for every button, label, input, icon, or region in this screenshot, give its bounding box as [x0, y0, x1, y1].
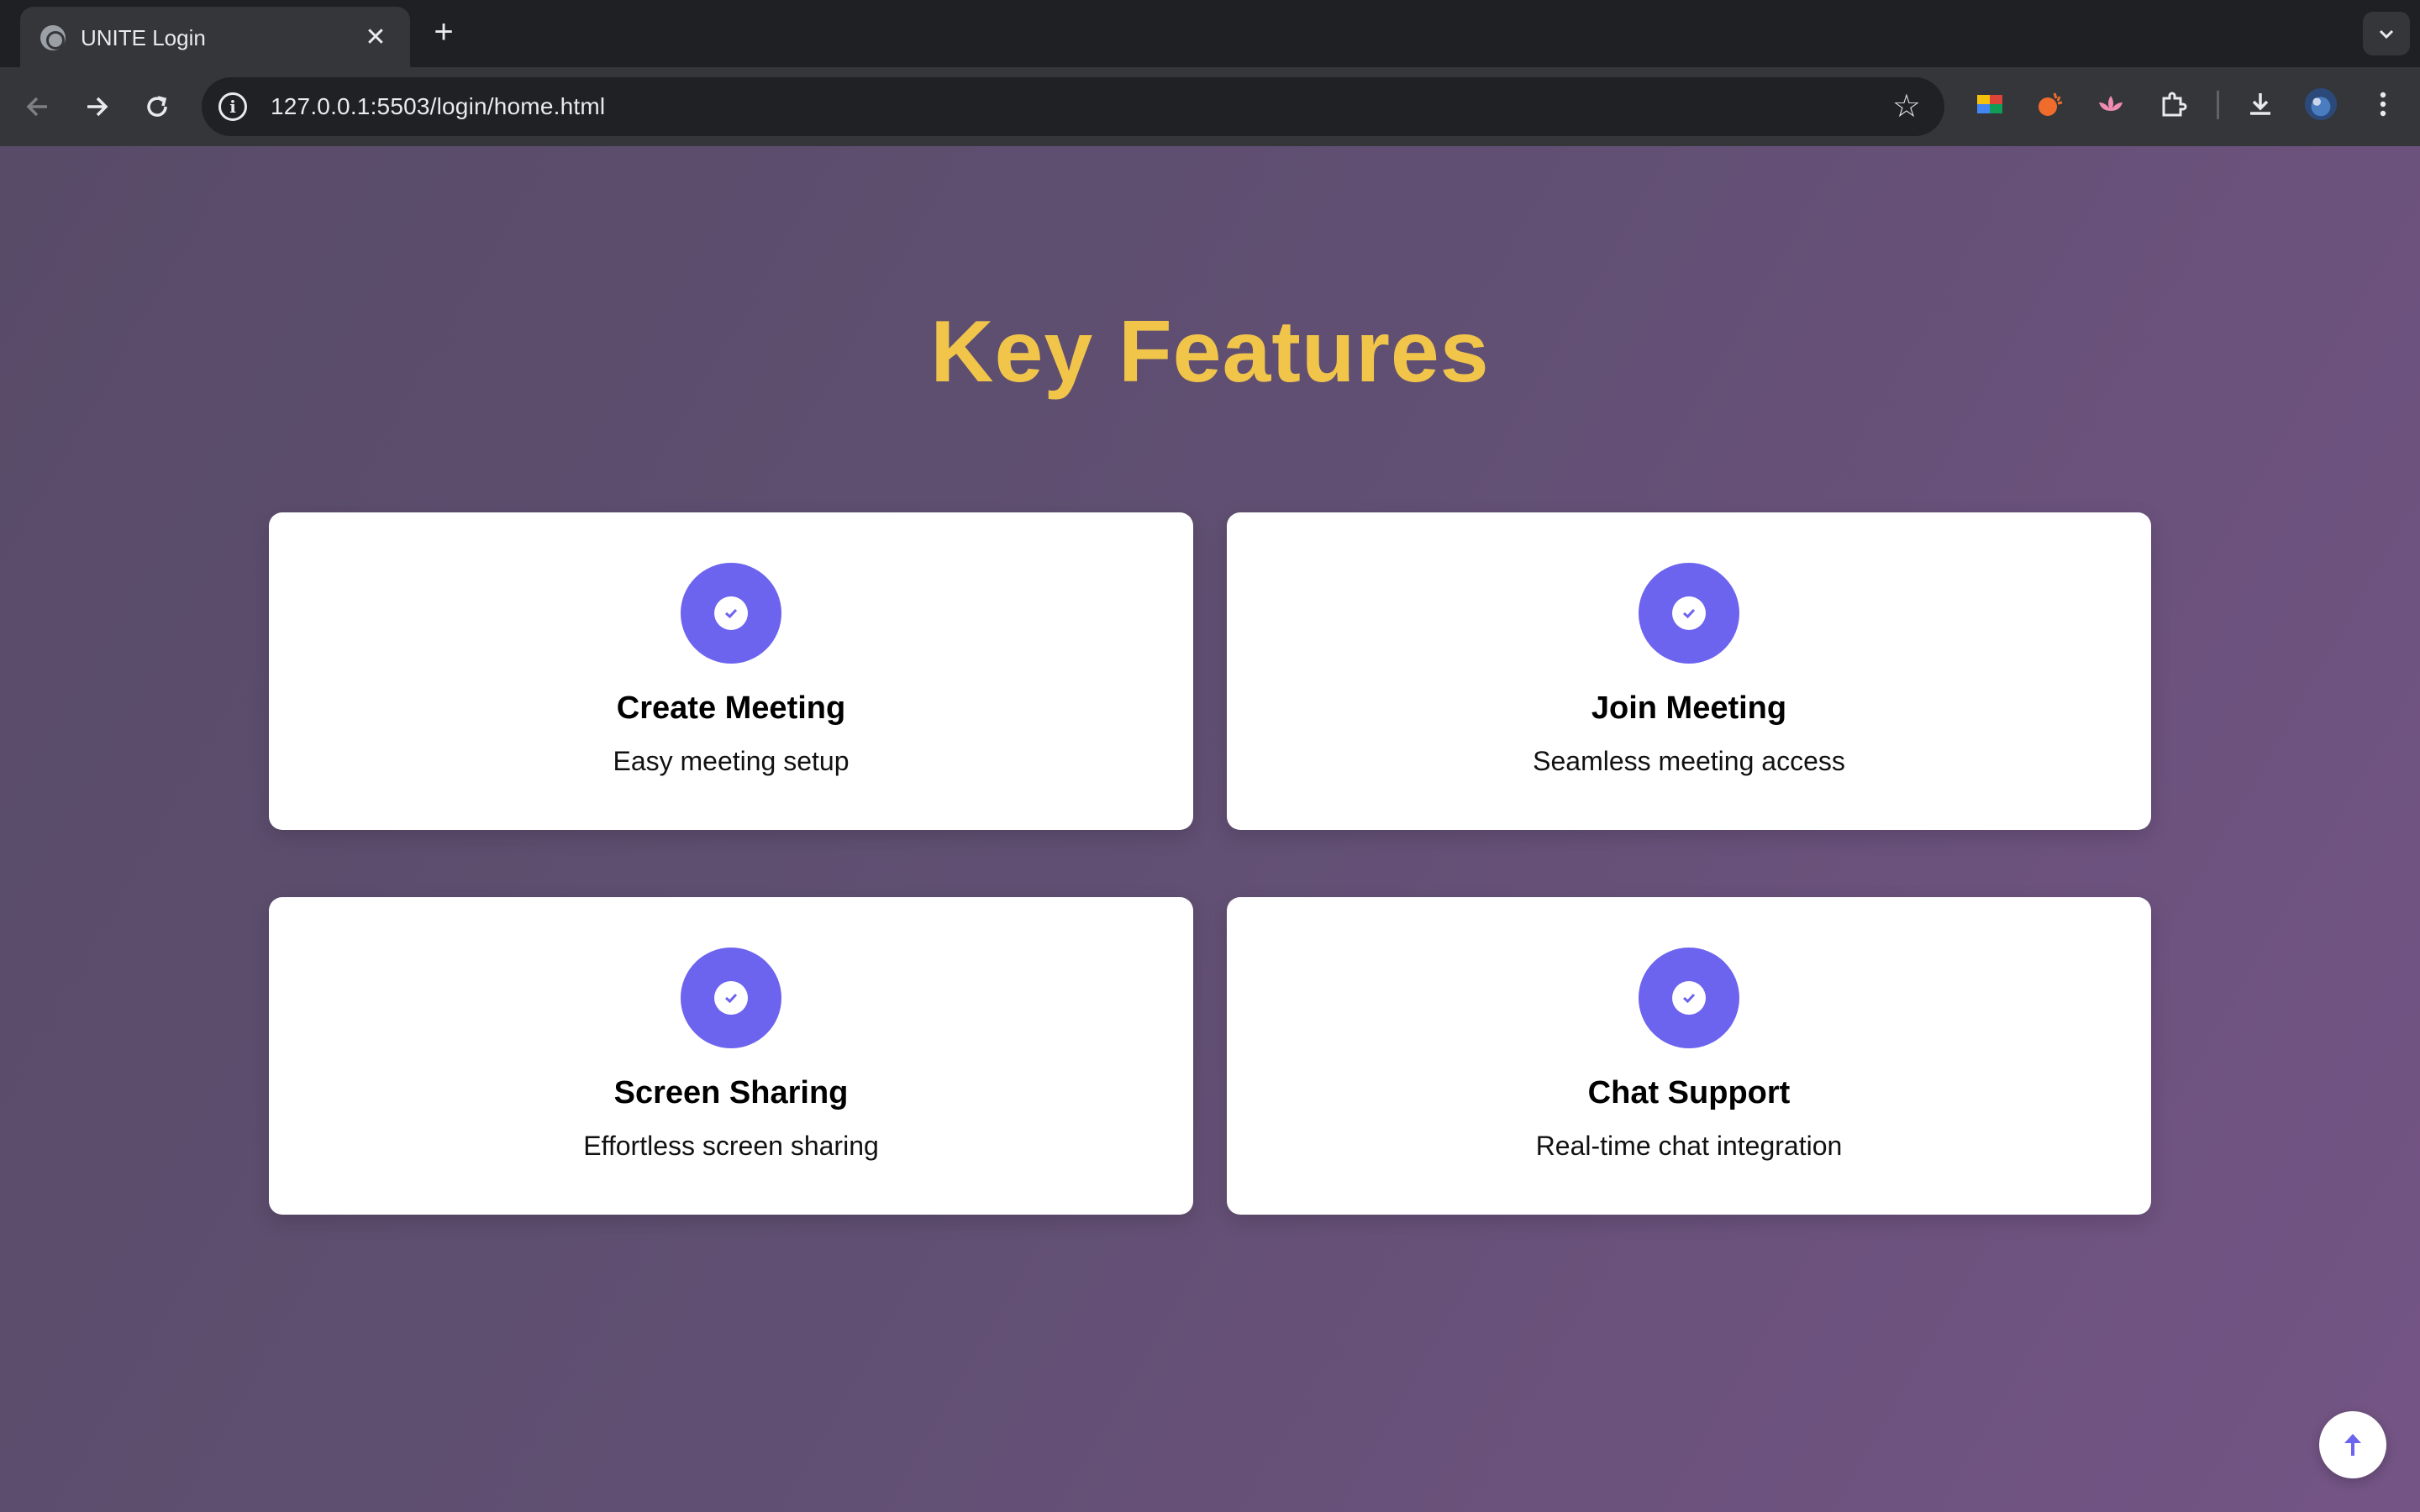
feature-card-create-meeting: Create Meeting Easy meeting setup	[269, 512, 1193, 830]
feature-title: Chat Support	[1587, 1075, 1791, 1110]
tab-strip: UNITE Login ✕ +	[0, 0, 2420, 69]
check-icon	[1639, 948, 1739, 1048]
download-icon[interactable]	[2244, 87, 2277, 121]
page-content: Key Features Create Meeting Easy meeting…	[0, 146, 2420, 1512]
globe-icon	[40, 25, 66, 50]
feature-card-join-meeting: Join Meeting Seamless meeting access	[1227, 512, 2151, 830]
arrow-left-icon	[26, 97, 47, 117]
toolbar-divider	[2217, 91, 2219, 119]
address-bar[interactable]: i 127.0.0.1:5503/login/home.html ☆	[202, 77, 1944, 136]
reload-button[interactable]	[136, 86, 178, 128]
more-menu-icon[interactable]	[2366, 87, 2400, 121]
feature-card-chat-support: Chat Support Real-time chat integration	[1227, 897, 2151, 1215]
arrow-up-icon	[2344, 1434, 2361, 1456]
info-icon[interactable]: i	[218, 92, 247, 121]
check-icon	[681, 948, 781, 1048]
browser-tab[interactable]: UNITE Login ✕	[20, 7, 410, 69]
feature-description: Easy meeting setup	[613, 746, 850, 776]
chevron-down-icon	[2379, 29, 2394, 39]
close-tab-icon[interactable]: ✕	[361, 24, 390, 52]
feature-description: Effortless screen sharing	[583, 1131, 879, 1161]
tab-search-button[interactable]	[2363, 12, 2410, 55]
bookmark-star-icon[interactable]: ☆	[1892, 89, 1921, 124]
feature-description: Real-time chat integration	[1535, 1131, 1843, 1161]
tab-title: UNITE Login	[81, 24, 206, 50]
new-tab-button[interactable]: +	[427, 15, 460, 49]
arrow-right-icon	[87, 97, 108, 117]
orange-extension-icon[interactable]	[2033, 87, 2067, 121]
check-icon	[681, 563, 781, 664]
feature-title: Join Meeting	[1591, 690, 1787, 726]
scroll-to-top-button[interactable]	[2319, 1411, 2386, 1478]
page-title: Key Features	[930, 303, 1490, 401]
url-text[interactable]: 127.0.0.1:5503/login/home.html	[271, 93, 605, 120]
extensions-puzzle-icon[interactable]	[2156, 87, 2190, 121]
feature-title: Create Meeting	[616, 690, 846, 726]
check-icon	[1639, 563, 1739, 664]
lotus-extension-icon[interactable]	[2094, 87, 2128, 121]
feature-title: Screen Sharing	[613, 1075, 849, 1110]
back-button[interactable]	[17, 86, 59, 128]
profile-avatar[interactable]	[2304, 87, 2338, 121]
feature-description: Seamless meeting access	[1533, 746, 1845, 776]
feature-card-screen-sharing: Screen Sharing Effortless screen sharing	[269, 897, 1193, 1215]
reload-icon	[147, 96, 167, 117]
forward-button[interactable]	[76, 86, 118, 128]
color-palette-extension-icon[interactable]	[1973, 87, 2007, 121]
